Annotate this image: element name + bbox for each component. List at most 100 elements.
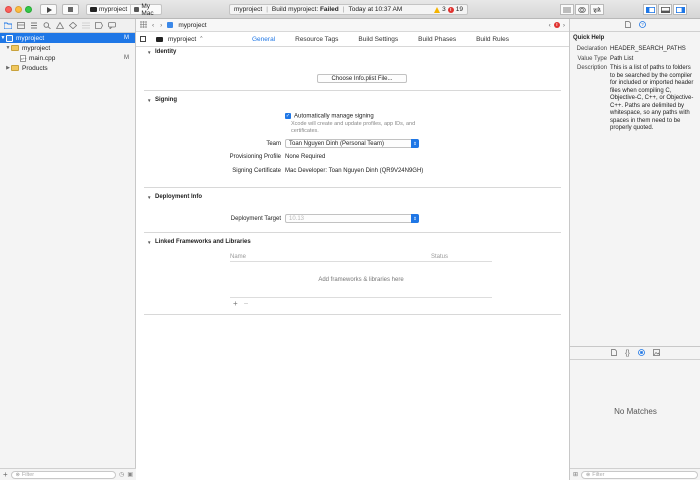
add-icon[interactable]: +	[3, 470, 8, 479]
run-button[interactable]	[40, 4, 57, 15]
project-navigator: ▼ myproject M ▼ myproject c++ main.cpp M…	[0, 19, 136, 480]
assistant-editor-button[interactable]	[575, 4, 589, 15]
tab-resource-tags[interactable]: Resource Tags	[285, 32, 348, 47]
sidebar-toggle-icon[interactable]	[140, 36, 146, 42]
section-header[interactable]: ▼ Linked Frameworks and Libraries	[144, 237, 561, 247]
zoom-window-button[interactable]	[25, 6, 32, 13]
object-library-tab[interactable]	[637, 348, 645, 358]
frameworks-table: Name Status Add frameworks & libraries h…	[230, 252, 492, 308]
code-snippet-library-tab[interactable]: {}	[625, 350, 630, 357]
quick-help-tab[interactable]: ?	[638, 20, 646, 30]
section-header[interactable]: ▼ Signing	[144, 95, 561, 105]
media-library-tab[interactable]	[652, 348, 660, 358]
find-navigator-tab[interactable]	[43, 22, 51, 30]
version-editor-button[interactable]	[590, 4, 604, 15]
related-items-icon[interactable]	[140, 20, 147, 30]
symbol-navigator-tab[interactable]	[30, 22, 38, 30]
disclosure-open-icon[interactable]: ▼	[147, 50, 151, 55]
view-toggle-buttons	[643, 4, 687, 15]
disclosure-open-icon[interactable]: ▼	[147, 240, 151, 245]
disclosure-open-icon[interactable]: ▼	[147, 98, 151, 103]
report-navigator-tab[interactable]	[108, 22, 116, 30]
scheme-project[interactable]: myproject	[87, 5, 132, 14]
app-icon	[156, 36, 163, 42]
chevron-right-icon[interactable]: ›	[160, 22, 162, 29]
play-icon	[46, 6, 52, 13]
code-icon: {}	[625, 349, 630, 357]
navigator-filter-input[interactable]: ⊜ Filter	[10, 470, 117, 479]
tag-icon	[95, 22, 103, 29]
chevron-right-icon[interactable]: ›	[563, 22, 565, 29]
signing-section: ▼ Signing ✓ Automatically manage signing …	[144, 95, 561, 188]
deployment-target-popup[interactable]: 10.13 ⇕	[285, 214, 419, 223]
stop-button[interactable]	[62, 4, 79, 15]
file-inspector-tab[interactable]	[624, 20, 631, 30]
tab-build-rules[interactable]: Build Rules	[466, 32, 519, 47]
right-panel-icon	[675, 6, 685, 13]
provisioning-profile-label: Provisioning Profile	[229, 154, 281, 160]
grid-view-icon[interactable]: ⊞	[573, 471, 578, 478]
column-status[interactable]: Status	[431, 254, 448, 260]
activity-viewer[interactable]: myproject | Build myproject: Failed | To…	[229, 4, 468, 15]
target-selector[interactable]: myproject ⌃	[156, 36, 203, 43]
remove-framework-button[interactable]: −	[244, 299, 249, 308]
section-header[interactable]: ▼ Identity	[144, 47, 561, 57]
source-control-filter-icon[interactable]: ▣	[127, 471, 133, 478]
app-icon	[90, 7, 97, 12]
chevron-left-icon[interactable]: ‹	[152, 22, 154, 29]
frameworks-tools: + −	[230, 298, 492, 308]
scheme-destination[interactable]: My Mac	[131, 3, 161, 17]
close-window-button[interactable]	[5, 6, 12, 13]
column-name[interactable]: Name	[230, 254, 246, 260]
tab-general[interactable]: General	[242, 32, 285, 47]
tree-item-products[interactable]: ▶ Products	[0, 63, 135, 73]
activity-build-prefix: Build myproject:	[271, 6, 319, 13]
frameworks-section: ▼ Linked Frameworks and Libraries Name S…	[144, 237, 561, 315]
tree-item-file[interactable]: c++ main.cpp M	[0, 53, 135, 63]
left-panel-icon	[645, 6, 655, 13]
xcode-project-icon	[6, 34, 13, 42]
section-header[interactable]: ▼ Deployment Info	[144, 192, 561, 202]
chevron-updown-icon: ⇕	[411, 214, 419, 223]
toggle-debug-area-button[interactable]	[658, 4, 672, 15]
folder-icon	[11, 45, 19, 51]
signing-certificate-value: Mac Developer: Toan Nguyen Dinh (QR9V24N…	[285, 168, 424, 174]
test-navigator-tab[interactable]	[69, 22, 77, 30]
issue-counts[interactable]: 3 ! 19	[434, 6, 463, 13]
source-control-tab[interactable]	[17, 22, 25, 30]
tree-item-project[interactable]: ▼ myproject M	[0, 33, 135, 43]
file-template-library-tab[interactable]	[611, 348, 618, 358]
auto-signing-checkbox[interactable]: ✓	[285, 113, 291, 119]
disclosure-open-icon[interactable]: ▼	[147, 195, 151, 200]
errors-count: 19	[455, 6, 463, 13]
activity-build-status: Failed	[319, 6, 339, 13]
warning-outline-icon	[56, 22, 64, 29]
team-popup[interactable]: Toan Nguyen Dinh (Personal Team) ⇕	[285, 139, 419, 148]
issue-navigator-tab[interactable]	[56, 22, 64, 30]
grid-icon	[140, 20, 147, 28]
library-filter-input[interactable]: ⊜ Filter	[581, 470, 698, 479]
inspector-tabs: ?	[570, 19, 700, 32]
frameworks-drop-area[interactable]: Add frameworks & libraries here	[230, 262, 492, 298]
navigator-filter-bar: + ⊜ Filter ◷ ▣	[0, 468, 136, 480]
tab-build-settings[interactable]: Build Settings	[348, 32, 408, 47]
project-navigator-tab[interactable]	[4, 22, 12, 30]
standard-editor-button[interactable]	[560, 4, 574, 15]
chevron-left-icon[interactable]: ‹	[549, 22, 551, 29]
breakpoint-navigator-tab[interactable]	[95, 22, 103, 30]
minimize-window-button[interactable]	[15, 6, 22, 13]
scheme-selector[interactable]: myproject My Mac	[86, 3, 162, 17]
debug-navigator-tab[interactable]	[82, 22, 90, 30]
toggle-inspector-button[interactable]	[673, 4, 687, 15]
jumpbar-breadcrumb[interactable]: myproject	[167, 22, 207, 29]
tree-item-group[interactable]: ▼ myproject	[0, 43, 135, 53]
no-matches-text: No Matches	[614, 407, 657, 416]
error-icon[interactable]: !	[553, 22, 560, 28]
add-framework-button[interactable]: +	[233, 299, 238, 308]
choose-info-plist-button[interactable]: Choose Info.plist File...	[317, 74, 407, 83]
quick-help-title: Quick Help	[573, 35, 605, 41]
toggle-navigator-button[interactable]	[643, 4, 657, 15]
recent-files-icon[interactable]: ◷	[119, 471, 124, 478]
editor-mode-buttons	[560, 4, 604, 15]
tab-build-phases[interactable]: Build Phases	[408, 32, 466, 47]
